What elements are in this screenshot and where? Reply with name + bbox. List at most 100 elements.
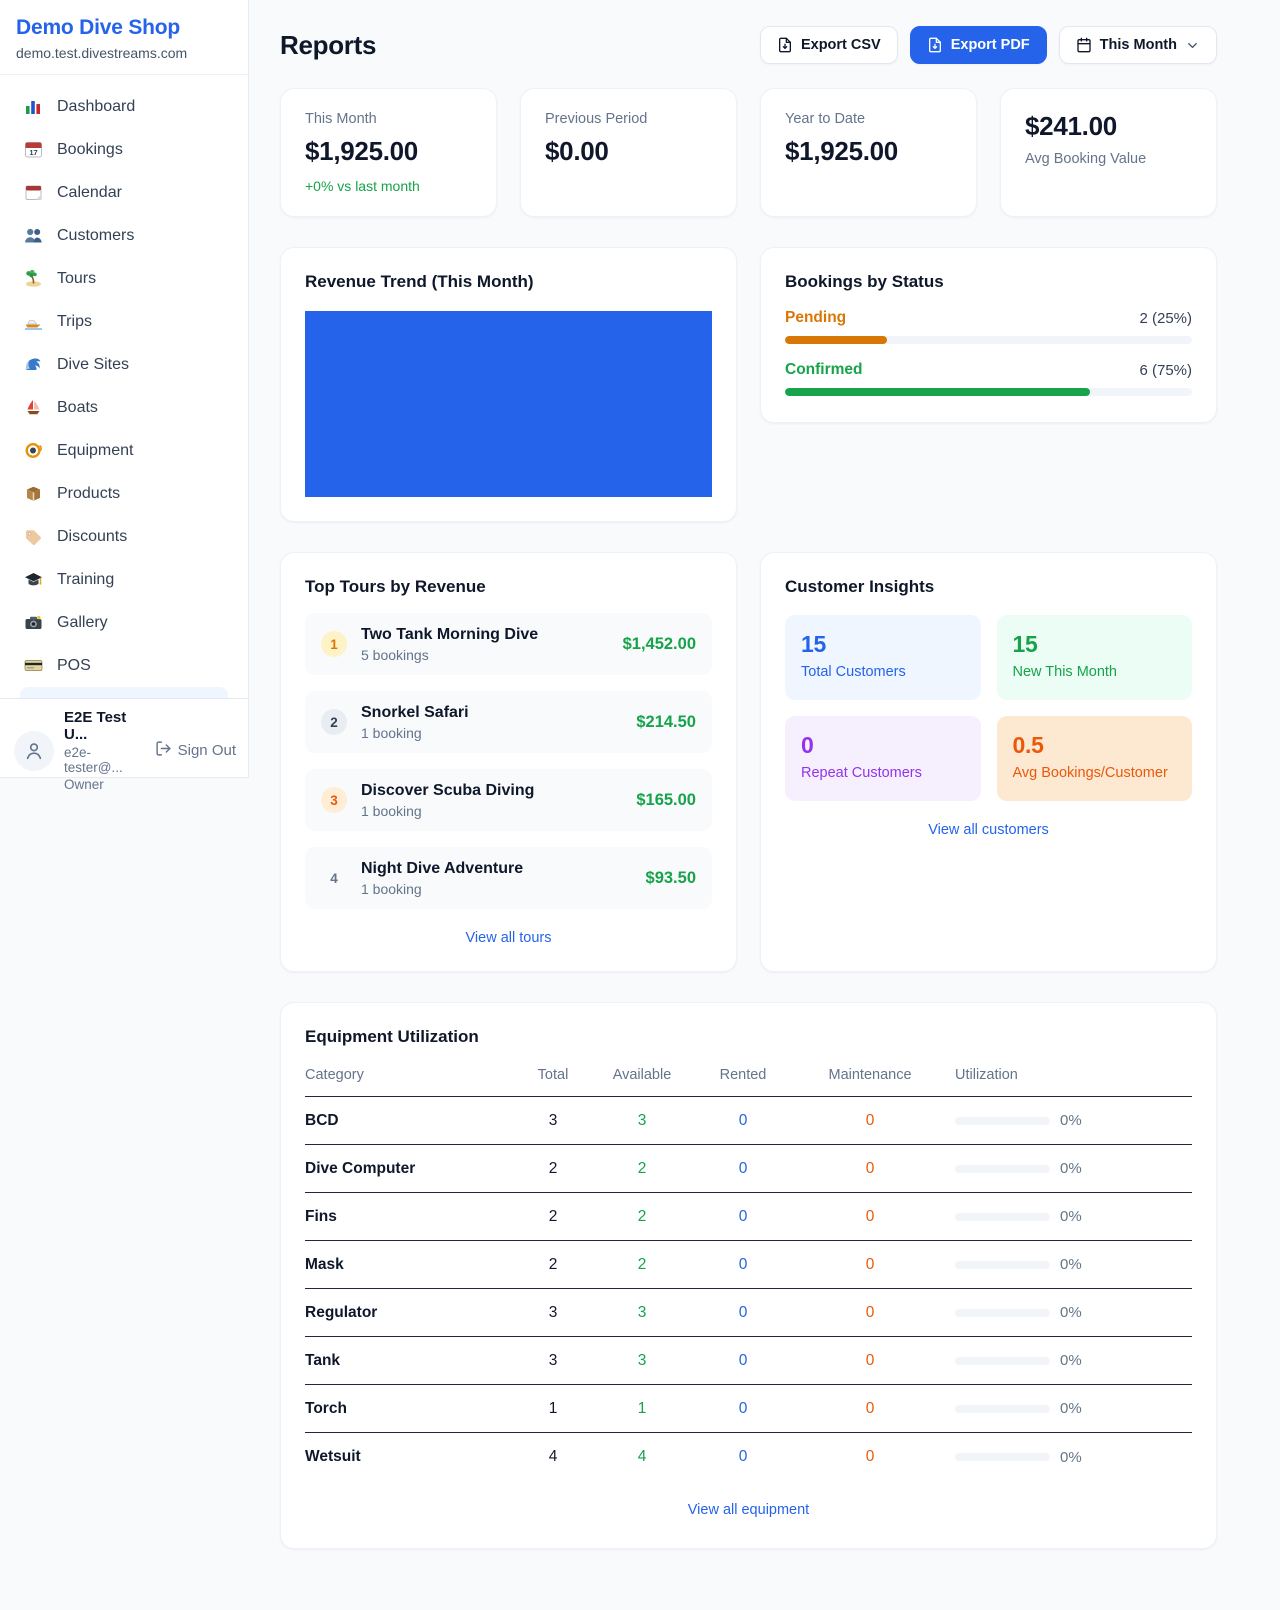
equipment-category: Regulator — [305, 1304, 513, 1322]
sidebar-item-label: Trips — [57, 313, 92, 331]
stat-value: $1,925.00 — [785, 136, 952, 167]
rented-cell: 0 — [691, 1112, 795, 1130]
sidebar-item-dive-sites[interactable]: Dive Sites — [10, 343, 238, 386]
sidebar-item-tours[interactable]: Tours — [10, 257, 238, 300]
header-actions: Export CSV Export PDF This Month — [760, 26, 1217, 64]
sidebar-item-calendar[interactable]: Calendar — [10, 171, 238, 214]
sign-out-button[interactable]: Sign Out — [155, 740, 236, 761]
sidebar-item-boats[interactable]: Boats — [10, 386, 238, 429]
revenue-trend-card: Revenue Trend (This Month) — [280, 247, 737, 522]
rented-cell: 0 — [691, 1160, 795, 1178]
total-cell: 3 — [513, 1112, 593, 1130]
rented-cell: 0 — [691, 1208, 795, 1226]
stat-value: $1,925.00 — [305, 136, 472, 167]
tile-label: Repeat Customers — [801, 765, 965, 781]
table-header: Category Total Available Rented Maintena… — [305, 1067, 1192, 1097]
equipment-utilization-title: Equipment Utilization — [305, 1027, 1192, 1047]
sidebar-item-bookings[interactable]: 17 Bookings — [10, 128, 238, 171]
equipment-category: Mask — [305, 1256, 513, 1274]
column-header: Total — [513, 1067, 593, 1083]
table-row: Regulator 3 3 0 0 0% — [305, 1289, 1192, 1337]
sailboat-icon — [24, 398, 43, 417]
grad-cap-icon — [24, 570, 43, 589]
tour-amount: $165.00 — [636, 791, 696, 810]
sidebar-item-label: Dashboard — [57, 98, 135, 116]
stat-card-avg-booking-value: $241.00 Avg Booking Value — [1000, 88, 1217, 217]
tile-total-customers: 15 Total Customers — [785, 615, 981, 700]
customer-insights-title: Customer Insights — [785, 577, 1192, 597]
table-row: BCD 3 3 0 0 0% — [305, 1097, 1192, 1145]
stat-card-this-month: This Month $1,925.00 +0% vs last month — [280, 88, 497, 217]
calendar-icon — [1076, 37, 1092, 53]
export-pdf-button[interactable]: Export PDF — [910, 26, 1047, 64]
sidebar-item-reports-active[interactable] — [20, 687, 228, 698]
utilization-bar — [955, 1357, 1050, 1365]
chevron-down-icon — [1185, 38, 1200, 53]
view-all-tours-link[interactable]: View all tours — [305, 930, 712, 946]
tour-bookings: 1 booking — [361, 725, 622, 741]
stat-value: $0.00 — [545, 136, 712, 167]
table-row: Dive Computer 2 2 0 0 0% — [305, 1145, 1192, 1193]
user-info: E2E Test U... e2e-tester@... Owner — [64, 709, 145, 792]
main-content: Reports Export CSV Export PDF This Month… — [249, 0, 1280, 1549]
sidebar-item-trips[interactable]: Trips — [10, 300, 238, 343]
sidebar-item-products[interactable]: Products — [10, 472, 238, 515]
utilization-bar — [955, 1405, 1050, 1413]
credit-card-icon — [24, 656, 43, 675]
tour-row: 1 Two Tank Morning Dive 5 bookings $1,45… — [305, 613, 712, 675]
shop-domain: demo.test.divestreams.com — [16, 45, 232, 61]
rank-badge: 4 — [321, 865, 347, 891]
progress-fill — [785, 388, 1090, 396]
rented-cell: 0 — [691, 1352, 795, 1370]
total-cell: 3 — [513, 1304, 593, 1322]
tile-value: 15 — [1013, 631, 1177, 658]
user-role: Owner — [64, 777, 145, 792]
view-all-customers-link[interactable]: View all customers — [785, 822, 1192, 838]
sidebar-item-label: Boats — [57, 399, 98, 417]
tour-amount: $214.50 — [636, 713, 696, 732]
bookings-by-status-title: Bookings by Status — [785, 272, 1192, 292]
tile-repeat-customers: 0 Repeat Customers — [785, 716, 981, 801]
total-cell: 4 — [513, 1448, 593, 1466]
tour-row: 2 Snorkel Safari 1 booking $214.50 — [305, 691, 712, 753]
stats-row: This Month $1,925.00 +0% vs last month P… — [280, 88, 1217, 217]
equipment-category: Torch — [305, 1400, 513, 1418]
column-header: Available — [593, 1067, 691, 1083]
speedboat-icon — [24, 312, 43, 331]
sidebar-item-discounts[interactable]: Discounts — [10, 515, 238, 558]
sidebar-item-equipment[interactable]: Equipment — [10, 429, 238, 472]
tile-value: 0.5 — [1013, 732, 1177, 759]
sidebar-item-gallery[interactable]: Gallery — [10, 601, 238, 644]
status-row-confirmed: Confirmed 6 (75%) — [785, 361, 1192, 396]
export-pdf-label: Export PDF — [951, 37, 1030, 53]
table-row: Wetsuit 4 4 0 0 0% — [305, 1433, 1192, 1481]
tour-bookings: 1 booking — [361, 803, 622, 819]
utilization-bar — [955, 1165, 1050, 1173]
shop-name: Demo Dive Shop — [16, 16, 232, 40]
export-csv-button[interactable]: Export CSV — [760, 26, 898, 64]
tag-icon — [24, 527, 43, 546]
equipment-category: Fins — [305, 1208, 513, 1226]
sidebar-item-customers[interactable]: Customers — [10, 214, 238, 257]
sidebar-item-dashboard[interactable]: Dashboard — [10, 85, 238, 128]
status-label: Confirmed — [785, 361, 863, 379]
sidebar-item-pos[interactable]: POS — [10, 644, 238, 687]
tour-amount: $1,452.00 — [623, 635, 696, 654]
progress-fill — [785, 336, 887, 344]
period-dropdown[interactable]: This Month — [1059, 26, 1217, 64]
camera-icon — [24, 613, 43, 632]
sign-out-icon — [155, 740, 172, 761]
view-all-equipment-link[interactable]: View all equipment — [305, 1502, 1192, 1518]
column-header: Rented — [691, 1067, 795, 1083]
file-download-icon — [927, 37, 943, 53]
tile-label: New This Month — [1013, 664, 1177, 680]
utilization-percent: 0% — [1060, 1449, 1082, 1466]
avatar — [14, 731, 54, 771]
equipment-utilization-card: Equipment Utilization Category Total Ava… — [280, 1002, 1217, 1549]
sidebar-item-label: Products — [57, 485, 120, 503]
sidebar-item-label: Customers — [57, 227, 134, 245]
bar-chart-icon — [24, 97, 43, 116]
island-icon — [24, 269, 43, 288]
utilization-percent: 0% — [1060, 1160, 1082, 1177]
sidebar-item-training[interactable]: Training — [10, 558, 238, 601]
